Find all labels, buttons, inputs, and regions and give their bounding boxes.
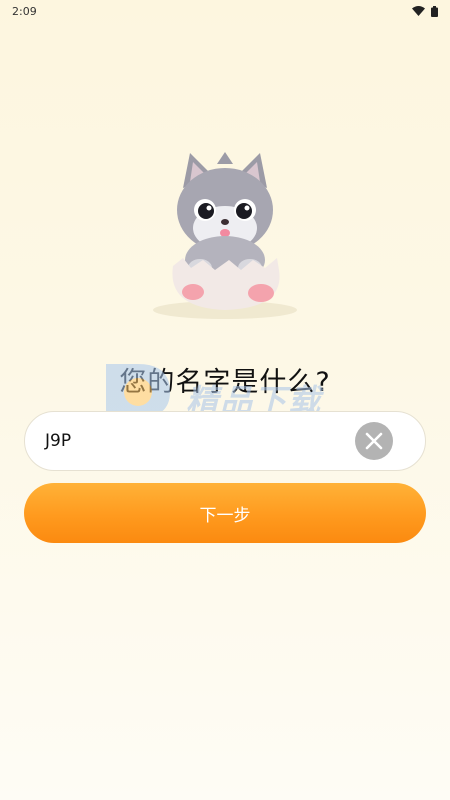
name-input[interactable]: J9P <box>24 411 426 471</box>
question-title: 您的名字是什么? <box>119 367 331 398</box>
close-icon <box>365 432 383 450</box>
next-step-button[interactable]: 下一步 <box>24 483 426 543</box>
battery-icon <box>431 5 438 17</box>
wifi-icon <box>412 6 425 16</box>
clear-input-button[interactable] <box>355 422 393 460</box>
status-time: 2:09 <box>12 4 37 18</box>
name-input-value[interactable]: J9P <box>45 431 393 451</box>
cat-in-egg-mascot <box>145 148 305 323</box>
status-bar: 2:09 <box>0 0 450 22</box>
status-icons <box>412 5 438 17</box>
